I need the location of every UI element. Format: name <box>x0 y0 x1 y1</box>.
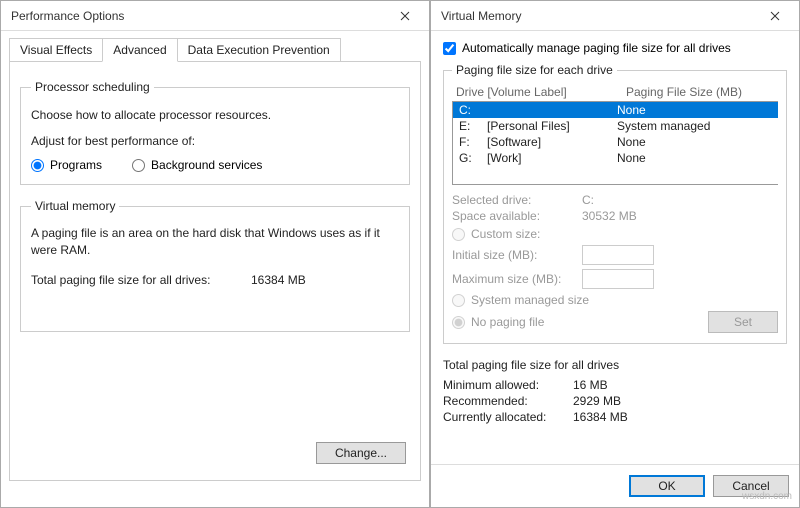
totals-title: Total paging file size for all drives <box>443 358 787 372</box>
set-button: Set <box>708 311 778 333</box>
minimum-label: Minimum allowed: <box>443 378 573 392</box>
tab-panel-advanced: Processor scheduling Choose how to alloc… <box>9 61 421 481</box>
drive-row[interactable]: F: [Software] None <box>453 134 778 150</box>
radio-no-paging: No paging file <box>452 315 544 329</box>
close-icon <box>770 11 780 21</box>
virtual-memory-legend: Virtual memory <box>31 199 119 213</box>
header-size: Paging File Size (MB) <box>626 85 742 99</box>
tab-advanced[interactable]: Advanced <box>102 38 177 62</box>
performance-options-window: Performance Options Visual Effects Advan… <box>0 0 430 508</box>
window-body: Automatically manage paging file size fo… <box>431 31 799 464</box>
selected-drive-label: Selected drive: <box>452 193 582 207</box>
radio-none-input <box>452 316 465 329</box>
space-available-row: Space available: 30532 MB <box>452 209 778 223</box>
current-row: Currently allocated: 16384 MB <box>443 410 787 424</box>
selected-drive-value: C: <box>582 193 594 207</box>
tab-dep[interactable]: Data Execution Prevention <box>177 38 341 62</box>
virtual-memory-window: Virtual Memory Automatically manage pagi… <box>430 0 800 508</box>
cancel-button[interactable]: Cancel <box>713 475 789 497</box>
drive-row[interactable]: C: None <box>453 102 778 118</box>
drive-size: System managed <box>617 119 772 133</box>
minimum-value: 16 MB <box>573 378 608 392</box>
virtual-memory-group: Virtual memory A paging file is an area … <box>20 199 410 332</box>
current-label: Currently allocated: <box>443 410 573 424</box>
radio-managed-input <box>452 294 465 307</box>
header-drive: Drive [Volume Label] <box>456 85 626 99</box>
adjust-label: Adjust for best performance of: <box>31 134 399 148</box>
close-icon <box>400 11 410 21</box>
radio-system-managed: System managed size <box>452 293 778 307</box>
radio-bgservices-input[interactable] <box>132 159 145 172</box>
radio-none-label: No paging file <box>471 315 544 329</box>
drive-letter: G: <box>459 151 487 165</box>
drive-info: Selected drive: C: Space available: 3053… <box>452 193 778 333</box>
drive-size: None <box>617 151 772 165</box>
initial-size-label: Initial size (MB): <box>452 248 582 262</box>
processor-scheduling-legend: Processor scheduling <box>31 80 154 94</box>
maximum-size-row: Maximum size (MB): <box>452 269 778 289</box>
drive-label: [Work] <box>487 151 617 165</box>
ok-button[interactable]: OK <box>629 475 705 497</box>
window-title: Virtual Memory <box>441 9 757 23</box>
titlebar: Performance Options <box>1 1 429 31</box>
no-paging-row: No paging file Set <box>452 311 778 333</box>
minimum-row: Minimum allowed: 16 MB <box>443 378 787 392</box>
maximum-size-input <box>582 269 654 289</box>
drive-size: None <box>617 135 772 149</box>
paging-file-legend: Paging file size for each drive <box>452 63 617 77</box>
paging-file-fieldset: Paging file size for each drive Drive [V… <box>443 63 787 344</box>
auto-manage-input[interactable] <box>443 42 456 55</box>
processor-scheduling-group: Processor scheduling Choose how to alloc… <box>20 80 410 185</box>
dialog-buttons: OK Cancel <box>431 464 799 507</box>
radio-custom-size: Custom size: <box>452 227 778 241</box>
tabs: Visual Effects Advanced Data Execution P… <box>9 38 421 62</box>
drive-label: [Personal Files] <box>487 119 617 133</box>
auto-manage-label: Automatically manage paging file size fo… <box>462 41 731 55</box>
total-paging-label: Total paging file size for all drives: <box>31 273 251 287</box>
auto-manage-checkbox[interactable]: Automatically manage paging file size fo… <box>443 41 787 55</box>
maximum-size-label: Maximum size (MB): <box>452 272 582 286</box>
radio-bgservices[interactable]: Background services <box>132 158 262 172</box>
scheduling-radio-group: Programs Background services <box>31 158 399 172</box>
selected-drive-row: Selected drive: C: <box>452 193 778 207</box>
drive-letter: F: <box>459 135 487 149</box>
close-button[interactable] <box>757 5 793 27</box>
current-value: 16384 MB <box>573 410 628 424</box>
radio-custom-input <box>452 228 465 241</box>
window-title: Performance Options <box>11 9 387 23</box>
radio-managed-label: System managed size <box>471 293 589 307</box>
paging-desc: A paging file is an area on the hard dis… <box>31 225 399 259</box>
drive-letter: C: <box>459 103 487 117</box>
drive-listbox[interactable]: C: None E: [Personal Files] System manag… <box>452 101 778 185</box>
drive-label <box>487 103 617 117</box>
tab-visual-effects[interactable]: Visual Effects <box>9 38 103 62</box>
drive-label: [Software] <box>487 135 617 149</box>
radio-custom-label: Custom size: <box>471 227 540 241</box>
total-paging-row: Total paging file size for all drives: 1… <box>31 273 399 287</box>
drive-row[interactable]: G: [Work] None <box>453 150 778 166</box>
recommended-row: Recommended: 2929 MB <box>443 394 787 408</box>
total-paging-value: 16384 MB <box>251 273 306 287</box>
radio-programs-input[interactable] <box>31 159 44 172</box>
recommended-label: Recommended: <box>443 394 573 408</box>
change-button[interactable]: Change... <box>316 442 406 464</box>
drive-letter: E: <box>459 119 487 133</box>
radio-bgservices-label: Background services <box>151 158 262 172</box>
drive-row[interactable]: E: [Personal Files] System managed <box>453 118 778 134</box>
drive-list-header: Drive [Volume Label] Paging File Size (M… <box>456 85 774 99</box>
recommended-value: 2929 MB <box>573 394 621 408</box>
scheduling-desc: Choose how to allocate processor resourc… <box>31 108 399 122</box>
space-available-label: Space available: <box>452 209 582 223</box>
space-available-value: 30532 MB <box>582 209 637 223</box>
radio-programs-label: Programs <box>50 158 102 172</box>
radio-programs[interactable]: Programs <box>31 158 102 172</box>
window-body: Visual Effects Advanced Data Execution P… <box>1 31 429 507</box>
initial-size-input <box>582 245 654 265</box>
titlebar: Virtual Memory <box>431 1 799 31</box>
close-button[interactable] <box>387 5 423 27</box>
initial-size-row: Initial size (MB): <box>452 245 778 265</box>
drive-size: None <box>617 103 772 117</box>
